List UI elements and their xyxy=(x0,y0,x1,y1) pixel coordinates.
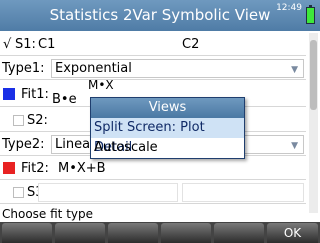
softkey-3[interactable] xyxy=(108,223,158,243)
scrollbar-thumb[interactable] xyxy=(310,40,317,110)
s3-column2[interactable] xyxy=(182,183,304,202)
page-title: Statistics 2Var Symbolic View xyxy=(49,6,271,24)
fit1-value[interactable]: B•e xyxy=(52,88,77,111)
row-s3: S3: xyxy=(0,181,306,204)
s2-label: S2: xyxy=(27,113,48,128)
s1-checkmark[interactable]: √ xyxy=(3,33,11,56)
title-bar: Statistics 2Var Symbolic View 12:49 xyxy=(0,0,320,31)
s2-checkbox[interactable] xyxy=(13,115,24,126)
battery-icon xyxy=(306,5,315,24)
type2-label: Type2: xyxy=(2,137,45,152)
s1-label: S1: xyxy=(15,37,36,52)
fit1-label: Fit1: xyxy=(21,87,49,102)
menu-item-autoscale[interactable]: Autoscale xyxy=(91,138,244,158)
fit2-value[interactable]: M•X+B xyxy=(58,157,106,180)
views-menu-title: Views xyxy=(91,98,244,118)
row-type1: Type1: Exponential ▼ xyxy=(0,57,306,80)
ok-button[interactable]: OK xyxy=(267,223,318,243)
softkey-5[interactable] xyxy=(214,223,264,243)
s1-column1[interactable]: C1 xyxy=(38,33,55,56)
chevron-down-icon: ▼ xyxy=(291,65,298,75)
row-s1: √ S1: C1 C2 xyxy=(0,33,306,56)
type2-value: Linea xyxy=(55,137,91,152)
softkey-1[interactable] xyxy=(2,223,52,243)
views-menu: Views Split Screen: Plot Detail Autoscal… xyxy=(90,97,245,159)
softkey-2[interactable] xyxy=(55,223,105,243)
chevron-down-icon: ▼ xyxy=(291,141,298,151)
row-fit2: Fit2: M•X+B xyxy=(0,157,306,180)
softkey-menu-bar: OK xyxy=(0,222,320,243)
fit1-color-swatch[interactable] xyxy=(3,88,15,100)
menu-item-split-screen-plot-detail[interactable]: Split Screen: Plot Detail xyxy=(91,118,244,155)
type1-label: Type1: xyxy=(2,61,45,76)
fit2-label: Fit2: xyxy=(21,161,49,176)
s3-column1[interactable] xyxy=(38,183,178,202)
softkey-4[interactable] xyxy=(161,223,211,243)
s1-column2[interactable]: C2 xyxy=(182,33,199,56)
clock: 12:49 xyxy=(276,3,302,13)
fit1-exponent: M•X xyxy=(88,78,114,92)
status-help-text: Choose fit type xyxy=(2,207,94,221)
s3-checkbox[interactable] xyxy=(13,187,24,198)
fit2-color-swatch[interactable] xyxy=(3,162,15,174)
